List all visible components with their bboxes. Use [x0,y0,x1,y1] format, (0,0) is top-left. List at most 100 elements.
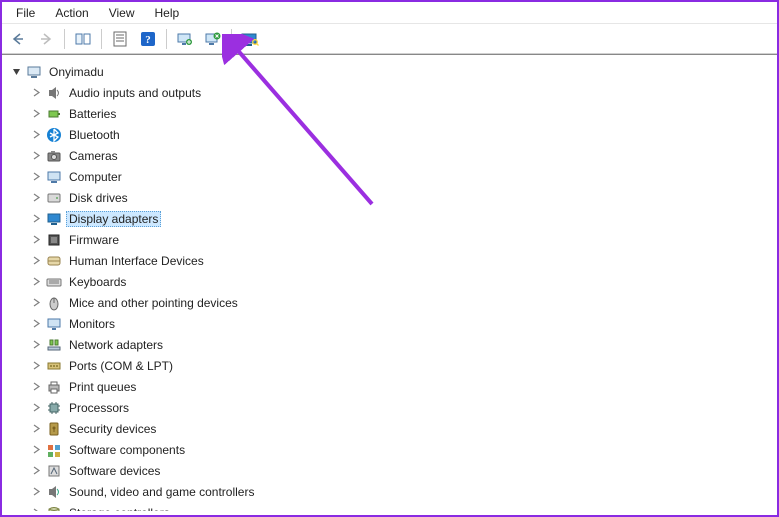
tree-item[interactable]: Bluetooth [30,124,773,145]
caret-right-icon[interactable] [30,171,42,183]
tree-item-label[interactable]: Processors [66,400,132,416]
device-tree[interactable]: Onyimadu Audio inputs and outputs Batteri… [2,54,777,511]
tree-item[interactable]: Storage controllers [30,502,773,511]
caret-right-icon[interactable] [30,318,42,330]
tree-item-label[interactable]: Security devices [66,421,159,437]
uninstall-device-button[interactable] [201,27,225,51]
port-icon [46,358,62,374]
svg-text:?: ? [145,34,151,46]
tree-item[interactable]: Print queues [30,376,773,397]
tree-item-label[interactable]: Firmware [66,232,122,248]
caret-down-icon[interactable] [10,66,22,78]
caret-right-icon[interactable] [30,423,42,435]
caret-right-icon[interactable] [30,213,42,225]
tree-item-label[interactable]: Computer [66,169,125,185]
caret-right-icon[interactable] [30,276,42,288]
tree-item-label[interactable]: Keyboards [66,274,129,290]
tree-item-label[interactable]: Network adapters [66,337,166,353]
caret-right-icon[interactable] [30,486,42,498]
tree-root[interactable]: Onyimadu [10,61,773,82]
tree-item-label[interactable]: Software components [66,442,188,458]
tree-item-label[interactable]: Monitors [66,316,118,332]
menu-action[interactable]: Action [45,4,98,22]
tree-item[interactable]: Mice and other pointing devices [30,292,773,313]
back-icon [11,32,25,46]
update-driver-button[interactable] [173,27,197,51]
tree-item[interactable]: Monitors [30,313,773,334]
computer-root-icon [26,64,42,80]
caret-right-icon[interactable] [30,465,42,477]
display-icon [46,211,62,227]
toolbar-divider [101,29,102,49]
tree-item[interactable]: Network adapters [30,334,773,355]
tree-item[interactable]: Human Interface Devices [30,250,773,271]
caret-right-icon[interactable] [30,297,42,309]
uninstall-device-icon [205,32,221,46]
show-hide-console-button[interactable] [71,27,95,51]
bluetooth-icon [46,127,62,143]
caret-right-icon[interactable] [30,360,42,372]
tree-item-label[interactable]: Sound, video and game controllers [66,484,257,500]
show-hide-console-icon [75,32,91,46]
monitor-icon [46,316,62,332]
tree-item-label[interactable]: Human Interface Devices [66,253,207,269]
tree-item[interactable]: Firmware [30,229,773,250]
caret-right-icon[interactable] [30,255,42,267]
caret-right-icon[interactable] [30,108,42,120]
scan-hardware-button[interactable] [238,27,262,51]
forward-button[interactable] [34,27,58,51]
tree-item-label[interactable]: Storage controllers [66,505,173,512]
hid-icon [46,253,62,269]
audio-icon [46,85,62,101]
caret-right-icon[interactable] [30,507,42,512]
caret-right-icon[interactable] [30,87,42,99]
menu-help[interactable]: Help [145,4,190,22]
tree-item-label[interactable]: Audio inputs and outputs [66,85,204,101]
caret-right-icon[interactable] [30,192,42,204]
tree-item-label[interactable]: Cameras [66,148,121,164]
tree-item-label[interactable]: Batteries [66,106,119,122]
toolbar-divider [166,29,167,49]
caret-right-icon[interactable] [30,150,42,162]
menu-file[interactable]: File [6,4,45,22]
tree-item-label[interactable]: Print queues [66,379,139,395]
network-icon [46,337,62,353]
caret-right-icon[interactable] [30,444,42,456]
caret-right-icon[interactable] [30,234,42,246]
tree-item[interactable]: Computer [30,166,773,187]
back-button[interactable] [6,27,30,51]
tree-item[interactable]: Audio inputs and outputs [30,82,773,103]
toolbar: ? [2,24,777,54]
sound-icon [46,484,62,500]
tree-item[interactable]: Cameras [30,145,773,166]
tree-item-label[interactable]: Display adapters [66,211,161,227]
tree-item[interactable]: Batteries [30,103,773,124]
tree-item[interactable]: Processors [30,397,773,418]
help-icon: ? [140,31,156,47]
caret-right-icon[interactable] [30,129,42,141]
tree-item-label[interactable]: Disk drives [66,190,131,206]
computer-icon [46,169,62,185]
tree-item[interactable]: Software devices [30,460,773,481]
swdev-icon [46,463,62,479]
tree-item[interactable]: Disk drives [30,187,773,208]
tree-item[interactable]: Software components [30,439,773,460]
tree-item-label[interactable]: Mice and other pointing devices [66,295,241,311]
tree-item-label[interactable]: Bluetooth [66,127,123,143]
caret-right-icon[interactable] [30,402,42,414]
tree-item[interactable]: Display adapters [30,208,773,229]
tree-item[interactable]: Keyboards [30,271,773,292]
menu-view[interactable]: View [99,4,145,22]
tree-item[interactable]: Security devices [30,418,773,439]
caret-right-icon[interactable] [30,339,42,351]
caret-right-icon[interactable] [30,381,42,393]
tree-root-label[interactable]: Onyimadu [46,64,107,80]
properties-button[interactable] [108,27,132,51]
battery-icon [46,106,62,122]
help-button[interactable]: ? [136,27,160,51]
tree-item[interactable]: Ports (COM & LPT) [30,355,773,376]
tree-item[interactable]: Sound, video and game controllers [30,481,773,502]
tree-item-label[interactable]: Software devices [66,463,163,479]
tree-item-label[interactable]: Ports (COM & LPT) [66,358,176,374]
printer-icon [46,379,62,395]
